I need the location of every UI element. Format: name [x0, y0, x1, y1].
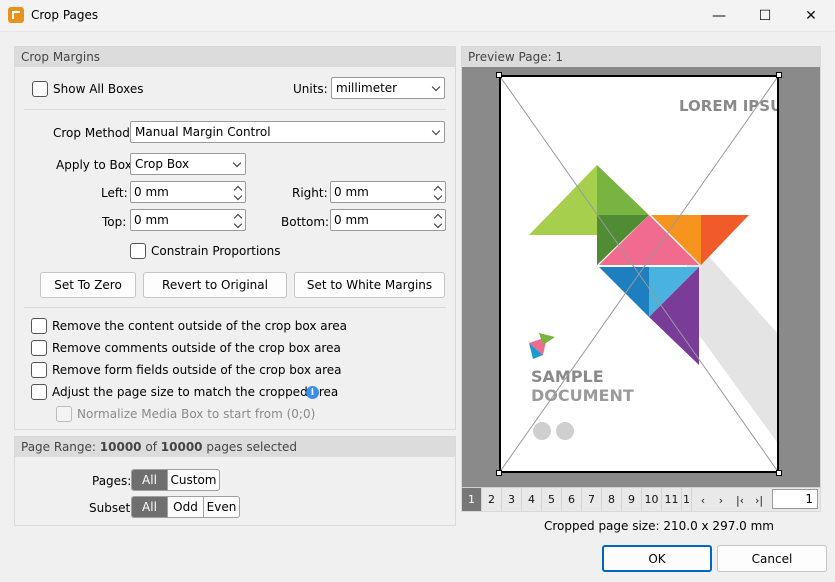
- chevron-down-icon: [431, 126, 441, 136]
- subset-label: Subset:: [89, 501, 135, 515]
- set-to-zero-button[interactable]: Set To Zero: [40, 272, 136, 298]
- crop-handle[interactable]: [776, 470, 782, 476]
- page-range-header: Page Range: 10000 of 10000 pages selecte…: [15, 437, 455, 457]
- first-page-icon[interactable]: |‹: [732, 492, 748, 508]
- page-button-10[interactable]: 10: [642, 488, 662, 511]
- maximize-button[interactable]: ☐: [742, 0, 788, 32]
- pages-selected-text: pages selected: [206, 440, 298, 454]
- bottom-margin-input[interactable]: [331, 210, 411, 230]
- crop-margins-header: Crop Margins: [15, 47, 455, 67]
- top-margin-spinner[interactable]: [130, 209, 246, 231]
- page-button-4[interactable]: 4: [522, 488, 542, 511]
- bottom-label: Bottom:: [281, 215, 330, 229]
- spin-down-icon[interactable]: [433, 191, 443, 201]
- info-icon[interactable]: i: [306, 386, 319, 399]
- crop-handle[interactable]: [496, 72, 502, 78]
- left-margin-input[interactable]: [131, 182, 211, 202]
- subset-even-option[interactable]: Even: [204, 497, 239, 517]
- apply-to-box-value: Crop Box: [135, 157, 190, 171]
- page-button-8[interactable]: 8: [602, 488, 622, 511]
- constrain-proportions-checkbox[interactable]: [130, 243, 146, 259]
- left-label: Left:: [101, 186, 128, 200]
- set-to-white-margins-button[interactable]: Set to White Margins: [294, 272, 445, 298]
- spin-down-icon[interactable]: [233, 191, 243, 201]
- page-button-12[interactable]: 1: [682, 488, 692, 511]
- crop-method-select[interactable]: Manual Margin Control: [130, 121, 445, 143]
- next-page-icon[interactable]: ›: [713, 492, 729, 508]
- of-text: of: [145, 440, 157, 454]
- pages-custom-option[interactable]: Custom: [168, 470, 219, 490]
- crop-method-label: Crop Method:: [53, 126, 134, 140]
- page-button-11[interactable]: 11: [662, 488, 682, 511]
- crop-method-value: Manual Margin Control: [135, 125, 271, 139]
- app-logo-icon: [8, 7, 24, 23]
- page-button-6[interactable]: 6: [562, 488, 582, 511]
- page-button-9[interactable]: 9: [622, 488, 642, 511]
- right-margin-input[interactable]: [331, 182, 411, 202]
- page-button-1[interactable]: 1: [462, 488, 482, 511]
- adjust-page-size-checkbox[interactable]: [31, 384, 47, 400]
- page-button-7[interactable]: 7: [582, 488, 602, 511]
- chevron-down-icon: [431, 82, 441, 92]
- units-value: millimeter: [336, 81, 398, 95]
- spin-down-icon[interactable]: [433, 219, 443, 229]
- crop-handle[interactable]: [496, 470, 502, 476]
- page-button-2[interactable]: 2: [482, 488, 502, 511]
- right-label: Right:: [292, 186, 328, 200]
- right-margin-spinner[interactable]: [330, 181, 446, 203]
- normalize-media-box-label: Normalize Media Box to start from (0;0): [77, 407, 316, 421]
- minimize-button[interactable]: —: [696, 0, 742, 32]
- remove-content-label: Remove the content outside of the crop b…: [52, 319, 348, 333]
- close-button[interactable]: ✕: [788, 0, 834, 32]
- chevron-down-icon: [232, 158, 242, 168]
- remove-comments-label: Remove comments outside of the crop box …: [52, 341, 341, 355]
- page-range-prefix: Page Range:: [21, 440, 96, 454]
- page-number-input[interactable]: 1: [772, 489, 818, 509]
- apply-to-box-label: Apply to Box:: [56, 158, 136, 172]
- revert-to-original-button[interactable]: Revert to Original: [143, 272, 287, 298]
- page-button-3[interactable]: 3: [502, 488, 522, 511]
- page-navigation-bar: 1 2 3 4 5 6 7 8 9 10 11 1 ‹ › |‹ ›|: [462, 487, 820, 511]
- top-margin-input[interactable]: [131, 210, 211, 230]
- page-button-5[interactable]: 5: [542, 488, 562, 511]
- left-margin-spinner[interactable]: [130, 181, 246, 203]
- divider: [24, 109, 446, 110]
- title-bar: Crop Pages — ☐ ✕: [0, 0, 835, 32]
- remove-comments-checkbox[interactable]: [31, 340, 47, 356]
- ok-button[interactable]: OK: [602, 545, 712, 572]
- last-page-icon[interactable]: ›|: [751, 492, 767, 508]
- remove-form-fields-checkbox[interactable]: [31, 362, 47, 378]
- window-title: Crop Pages: [31, 8, 99, 22]
- total-count: 10000: [160, 440, 203, 454]
- crop-box-frame[interactable]: [499, 75, 779, 473]
- pages-all-option[interactable]: All: [132, 470, 168, 490]
- units-label: Units:: [293, 82, 328, 96]
- apply-to-box-select[interactable]: Crop Box: [130, 153, 246, 175]
- subset-odd-option[interactable]: Odd: [168, 497, 204, 517]
- crop-handle[interactable]: [776, 72, 782, 78]
- units-select[interactable]: millimeter: [331, 77, 445, 99]
- remove-form-fields-label: Remove form fields outside of the crop b…: [52, 363, 342, 377]
- show-all-boxes-label: Show All Boxes: [53, 82, 144, 96]
- pages-segmented-control[interactable]: All Custom: [131, 469, 220, 491]
- subset-segmented-control[interactable]: All Odd Even: [131, 496, 240, 518]
- normalize-media-box-checkbox[interactable]: [56, 406, 72, 422]
- remove-content-checkbox[interactable]: [31, 318, 47, 334]
- constrain-proportions-label: Constrain Proportions: [151, 244, 281, 258]
- cancel-button[interactable]: Cancel: [717, 545, 827, 572]
- divider: [24, 307, 446, 308]
- cropped-page-size: Cropped page size: 210.0 x 297.0 mm: [544, 519, 774, 533]
- subset-all-option[interactable]: All: [132, 497, 168, 517]
- pages-label: Pages:: [92, 474, 132, 488]
- preview-header: Preview Page: 1: [462, 47, 820, 67]
- adjust-page-size-label: Adjust the page size to match the croppe…: [52, 385, 339, 399]
- previous-page-icon[interactable]: ‹: [695, 492, 711, 508]
- preview-canvas[interactable]: LOREM IPSUM SAMPLE DOCUMENT: [462, 67, 820, 487]
- spin-down-icon[interactable]: [233, 219, 243, 229]
- show-all-boxes-checkbox[interactable]: [32, 81, 48, 97]
- selected-count: 10000: [99, 440, 142, 454]
- bottom-margin-spinner[interactable]: [330, 209, 446, 231]
- top-label: Top:: [102, 215, 127, 229]
